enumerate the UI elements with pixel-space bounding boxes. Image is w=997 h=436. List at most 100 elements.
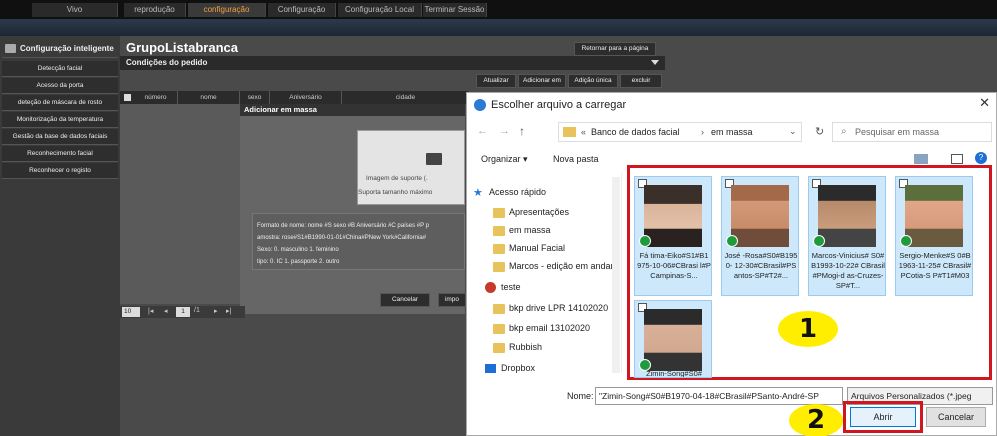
file-name: Zimin-Song#S0#	[646, 369, 702, 378]
sidebar-item-recognition-log[interactable]: Reconhecer o registo	[2, 163, 118, 179]
pagination: 10 |◂ ◂ 1 /1 ▸ ▸|	[120, 306, 245, 318]
table-header: número nome sexo Aniversário cidade	[120, 91, 470, 104]
file-tile[interactable]: Zimin-Song#S0#	[634, 300, 712, 378]
up-icon[interactable]: ↑	[519, 124, 525, 138]
page-number-input[interactable]: 1	[176, 307, 190, 317]
back-icon[interactable]: ←	[477, 125, 488, 137]
nav-tab-logout[interactable]: Terminar Sessão	[423, 3, 487, 17]
page-total: /1	[194, 307, 200, 314]
nav-tab-local-config[interactable]: Configuração Local	[338, 3, 422, 17]
file-list: Fá tima-Eiko#S1#B1 975-10-06#CBrasi l#PC…	[627, 165, 992, 380]
col-city[interactable]: cidade	[342, 91, 470, 104]
search-box[interactable]: ⌕ Pesquisar em massa	[832, 122, 992, 142]
sidebar-item-face-recognition[interactable]: Reconhecimento facial	[2, 146, 118, 162]
bulk-add-button[interactable]: Adicionar em	[518, 74, 566, 88]
folder-open-icon	[426, 153, 442, 165]
folder-icon	[493, 324, 505, 334]
sidebar-item-face-database[interactable]: Gestão da base de dados faciais	[2, 129, 118, 145]
col-name[interactable]: nome	[178, 91, 240, 104]
nav-teste[interactable]: teste	[485, 282, 521, 293]
sex-line: Sexo: 0. masculino 1. feminino	[257, 247, 339, 253]
nav-quick-access[interactable]: ★ Acesso rápido	[473, 187, 546, 199]
organize-menu[interactable]: Organizar ▾	[481, 154, 528, 165]
refresh-button[interactable]: Atualizar	[476, 74, 516, 88]
star-icon: ★	[473, 187, 483, 199]
sidebar-item-mask-detection[interactable]: deteção de máscara de rosto	[2, 95, 118, 111]
file-tile[interactable]: Fá tima-Eiko#S1#B1 975-10-06#CBrasi l#PC…	[634, 176, 712, 296]
nav-tab-playback[interactable]: reprodução	[124, 3, 186, 17]
upload-area[interactable]: Imagem de suporte (. Suporta tamanho máx…	[357, 130, 465, 205]
address-bar[interactable]: « Banco de dados facial › em massa ⌄	[558, 122, 802, 142]
sidebar-item-face-detection[interactable]: Detecção facial	[2, 61, 118, 77]
nav-scrollbar[interactable]	[612, 177, 620, 373]
face-thumbnail	[818, 185, 876, 247]
sidebar-item-temperature[interactable]: Monitorização da temperatura	[2, 112, 118, 128]
nav-label: bkp drive LPR 14102020	[509, 303, 609, 313]
prev-page-icon[interactable]: ◂	[164, 307, 168, 315]
conditions-bar[interactable]: Condições do pedido	[120, 56, 665, 70]
callout-1: 1	[778, 311, 838, 347]
cancel-button[interactable]: Cancelar	[926, 407, 986, 427]
page-size-select[interactable]: 10	[122, 307, 140, 317]
callout-2: 2	[789, 404, 843, 436]
folder-icon	[493, 226, 505, 236]
refresh-icon[interactable]: ↻	[815, 125, 824, 138]
chevron-down-icon[interactable]: ⌄	[789, 126, 797, 137]
file-tile[interactable]: Sergio-Menke#S 0#B1963-11-25# CBrasil#PC…	[895, 176, 973, 296]
help-icon[interactable]: ?	[975, 152, 987, 164]
modal-import-button[interactable]: impo	[438, 293, 466, 307]
col-birthday[interactable]: Aniversário	[270, 91, 342, 104]
nav-tab-live[interactable]: Vivo	[32, 3, 118, 17]
header-banner	[0, 19, 997, 36]
dropbox-icon	[485, 364, 496, 373]
sidebar-header-label: Configuração inteligente	[20, 44, 114, 53]
next-page-icon[interactable]: ▸	[214, 307, 218, 315]
nav-tab-config[interactable]: Configuração	[268, 3, 336, 17]
file-tile[interactable]: Marcos-Vinicius# S0#B1993-10-22# CBrasil…	[808, 176, 886, 296]
nav-label: Manual Facial	[509, 243, 566, 253]
first-page-icon[interactable]: |◂	[148, 307, 153, 315]
face-thumbnail	[731, 185, 789, 247]
nav-manual-facial[interactable]: Manual Facial	[493, 243, 566, 254]
nav-presentations[interactable]: Apresentações	[493, 207, 569, 218]
nav-bkp-email[interactable]: bkp email 13102020	[493, 323, 590, 334]
sidebar: Configuração inteligente Detecção facial…	[0, 36, 120, 436]
user-icon	[485, 282, 496, 293]
file-name: Sergio-Menke#S 0#B1963-11-25# CBrasil#PC…	[898, 251, 972, 280]
check-icon	[639, 235, 651, 247]
folder-icon	[563, 127, 576, 137]
breadcrumb-database[interactable]: Banco de dados facial	[591, 127, 680, 137]
filename-input[interactable]: "Zimin-Song#S0#B1970-04-18#CBrasil#PSant…	[595, 387, 843, 405]
col-sex[interactable]: sexo	[240, 91, 270, 104]
search-icon: ⌕	[841, 126, 847, 137]
breadcrumb-folder[interactable]: em massa	[711, 127, 753, 137]
select-all-checkbox[interactable]	[124, 94, 131, 101]
nav-marcos[interactable]: Marcos - edição em andan	[493, 261, 616, 272]
single-add-button[interactable]: Adição única	[568, 74, 618, 88]
forward-icon[interactable]: →	[499, 125, 510, 137]
modal-cancel-button[interactable]: Cancelar	[380, 293, 430, 307]
nav-label: Rubbish	[509, 342, 543, 352]
nav-rubbish[interactable]: Rubbish	[493, 342, 543, 353]
nav-tab-configuration[interactable]: configuração	[188, 3, 266, 17]
nav-dropbox[interactable]: Dropbox	[485, 363, 535, 373]
file-tile[interactable]: José -Rosa#S0#B1950- 12-30#CBrasil#PS an…	[721, 176, 799, 296]
view-options-icon[interactable]	[914, 154, 928, 164]
open-button[interactable]: Abrir	[850, 407, 916, 427]
type-line: tipo: 0. IC 1. passporte 2. outro	[257, 259, 340, 265]
nav-bkp-drive[interactable]: bkp drive LPR 14102020	[493, 303, 609, 314]
return-button[interactable]: Retornar para a página	[574, 42, 656, 56]
close-icon[interactable]: ✕	[979, 95, 990, 111]
search-placeholder: Pesquisar em massa	[855, 127, 940, 137]
sidebar-item-door-access[interactable]: Acesso da porta	[2, 78, 118, 94]
preview-pane-icon[interactable]	[951, 154, 963, 164]
new-folder-button[interactable]: Nova pasta	[553, 154, 599, 164]
nav-em-massa[interactable]: em massa	[493, 225, 551, 236]
check-icon	[726, 235, 738, 247]
delete-button[interactable]: excluir	[620, 74, 662, 88]
sidebar-header: Configuração inteligente	[2, 40, 118, 58]
navigation-pane: ★ Acesso rápido Apresentações em massa Ma…	[467, 173, 622, 373]
col-number[interactable]: número	[134, 91, 178, 104]
settings-icon	[5, 44, 16, 53]
last-page-icon[interactable]: ▸|	[226, 307, 231, 315]
